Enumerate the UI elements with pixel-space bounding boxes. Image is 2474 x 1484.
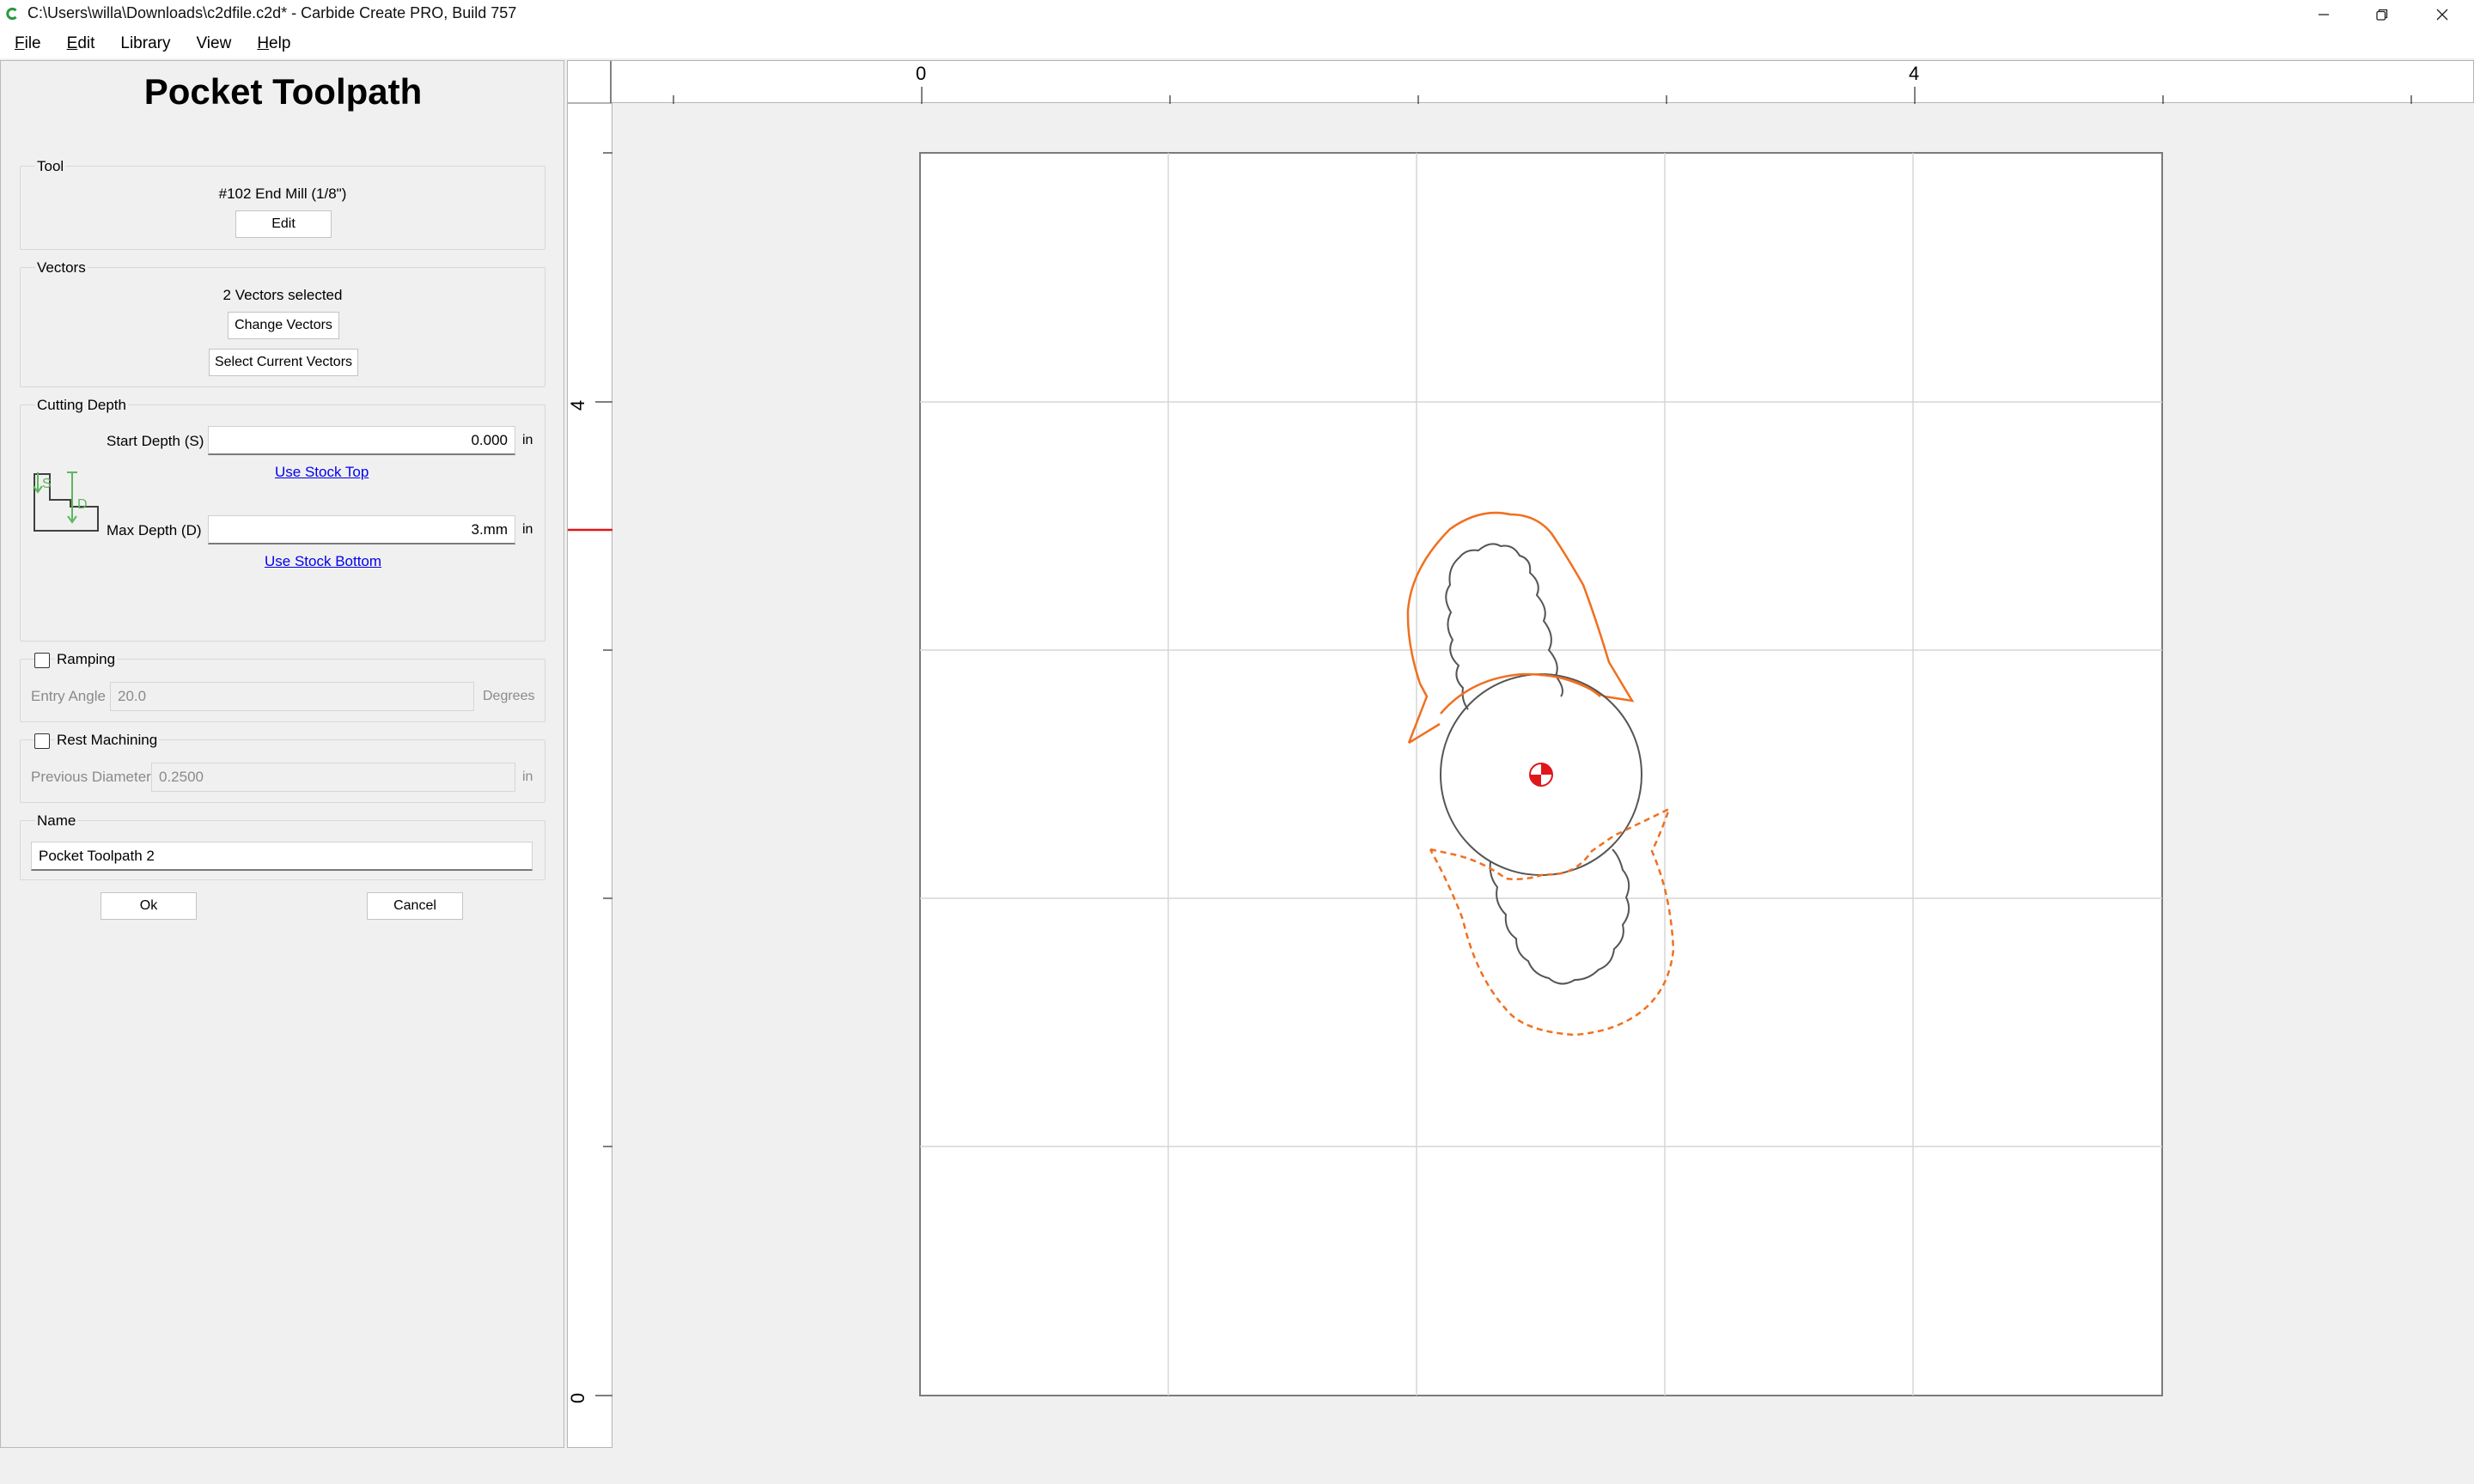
entry-angle-input[interactable] [110,682,474,711]
max-depth-unit: in [522,522,533,537]
horizontal-ruler-ticks [610,61,2412,104]
max-depth-label: Max Depth (D) [107,522,202,538]
rest-machining-group: Rest Machining Previous Diameter in [20,732,545,803]
restore-button[interactable] [2352,0,2412,29]
vertical-ruler-ticks [568,152,613,1396]
ramping-label: Ramping [55,651,118,668]
panel-title: Pocket Toolpath [143,71,423,112]
max-depth-input[interactable] [208,515,515,544]
tool-group-label: Tool [35,158,66,175]
vertical-ruler[interactable]: 4 0 [567,103,613,1448]
title-bar: C:\Users\willa\Downloads\c2dfile.c2d* - … [0,0,2474,29]
cancel-button[interactable]: Cancel [367,892,463,920]
change-vectors-button[interactable]: Change Vectors [228,312,339,339]
name-group-label: Name [35,812,78,830]
ramping-checkbox[interactable] [34,653,50,668]
toolpath-name-input[interactable] [31,842,533,871]
close-button[interactable] [2412,0,2472,29]
design-canvas[interactable] [612,104,2474,1448]
close-icon [2436,9,2448,21]
menu-library[interactable]: Library [111,34,180,53]
origin-marker-icon [1529,763,1553,787]
minimize-icon [2319,14,2329,15]
canvas-drawing [919,152,2163,1396]
ruler-left-label-0: 0 [567,1392,589,1404]
start-depth-input[interactable] [208,426,515,455]
tool-group: Tool #102 End Mill (1/8") Edit [20,158,545,250]
menu-file[interactable]: File [5,34,51,53]
menu-bar: File Edit Library View Help [0,29,2474,58]
vectors-group: Vectors 2 Vectors selected Change Vector… [20,259,545,387]
rest-machining-label: Rest Machining [55,732,160,749]
pocket-toolpath-panel: Pocket Toolpath Tool #102 End Mill (1/8"… [0,60,564,1448]
ramping-group: Ramping Entry Angle Degrees [20,651,545,722]
use-stock-bottom-link[interactable]: Use Stock Bottom [265,553,381,570]
minimize-button[interactable] [2294,0,2354,29]
cutting-depth-group-label: Cutting Depth [35,397,128,414]
use-stock-top-link[interactable]: Use Stock Top [275,464,369,481]
depth-diagram-icon: S D [33,471,99,532]
menu-view[interactable]: View [186,34,241,53]
name-group: Name [20,812,545,880]
app-logo-icon [6,7,17,21]
cutting-depth-group: Cutting Depth Start Depth (S) in Use Sto… [20,397,545,642]
ruler-top-label-0: 0 [916,63,927,84]
horizontal-ruler[interactable]: 0 4 [567,60,2474,104]
previous-diameter-unit: in [522,769,533,784]
menu-help[interactable]: Help [247,34,300,53]
diagram-d-label: D [77,497,88,512]
vectors-group-label: Vectors [35,259,88,277]
diagram-s-label: S [42,477,52,491]
rest-machining-checkbox[interactable] [34,733,50,749]
start-depth-label: Start Depth (S) [107,433,204,449]
previous-diameter-input[interactable] [151,763,515,792]
ruler-left-label-4: 4 [567,399,589,411]
entry-angle-label: Entry Angle [31,688,106,704]
vectors-selected-text: 2 Vectors selected [222,287,343,303]
window-title: C:\Users\willa\Downloads\c2dfile.c2d* - … [27,4,517,21]
tool-name: #102 End Mill (1/8") [218,186,347,202]
status-strip [0,1448,2474,1484]
entry-angle-unit: Degrees [483,689,535,703]
start-depth-unit: in [522,433,533,447]
previous-diameter-label: Previous Diameter [31,769,151,785]
ruler-top-label-4: 4 [1909,63,1920,84]
menu-edit[interactable]: Edit [58,34,105,53]
ok-button[interactable]: Ok [101,892,197,920]
edit-tool-button[interactable]: Edit [235,210,332,238]
select-current-vectors-button[interactable]: Select Current Vectors [209,349,358,376]
restore-icon [2376,9,2388,21]
